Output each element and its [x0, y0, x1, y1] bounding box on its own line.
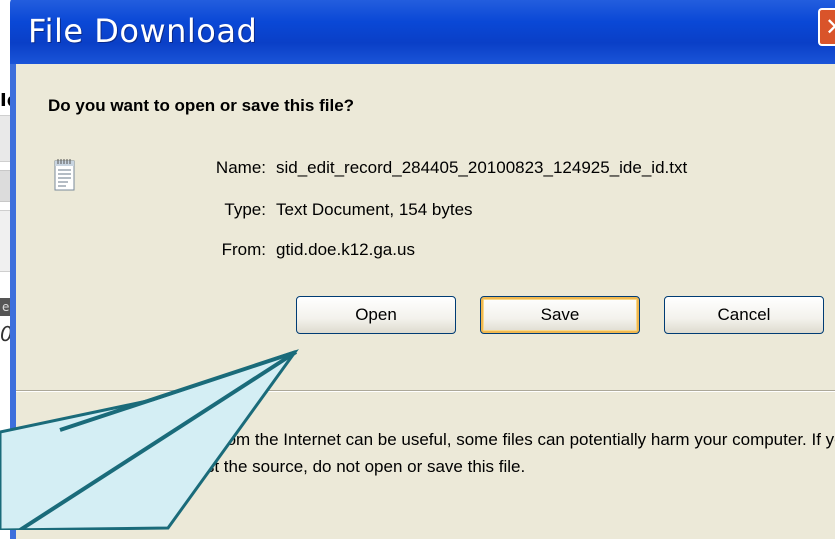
dialog-question: Do you want to open or save this file? — [48, 96, 355, 115]
file-name-value: sid_edit_record_284405_20100823_124925_i… — [276, 158, 688, 177]
close-button[interactable]: ✕ — [818, 8, 835, 46]
security-warning-text: While files from the Internet can be use… — [134, 430, 835, 476]
file-type-value: Text Document, 154 bytes — [276, 200, 473, 219]
file-from-value: gtid.doe.k12.ga.us — [276, 240, 415, 259]
file-from-label: From: — [221, 240, 266, 259]
file-type-label: Type: — [224, 200, 266, 219]
cancel-button[interactable]: Cancel — [664, 296, 824, 334]
save-button[interactable]: Save — [480, 296, 640, 334]
dialog-title: File Download — [28, 12, 258, 50]
dialog-titlebar[interactable]: File Download ✕ — [10, 0, 835, 64]
dialog-body: Do you want to open or save this file? N… — [16, 64, 835, 539]
text-document-icon — [54, 158, 76, 192]
close-icon: ✕ — [824, 13, 835, 41]
file-download-dialog: File Download ✕ Do you want to open or s… — [10, 0, 835, 539]
dialog-divider — [16, 390, 835, 392]
open-button[interactable]: Open — [296, 296, 456, 334]
file-name-label: Name: — [215, 158, 266, 177]
